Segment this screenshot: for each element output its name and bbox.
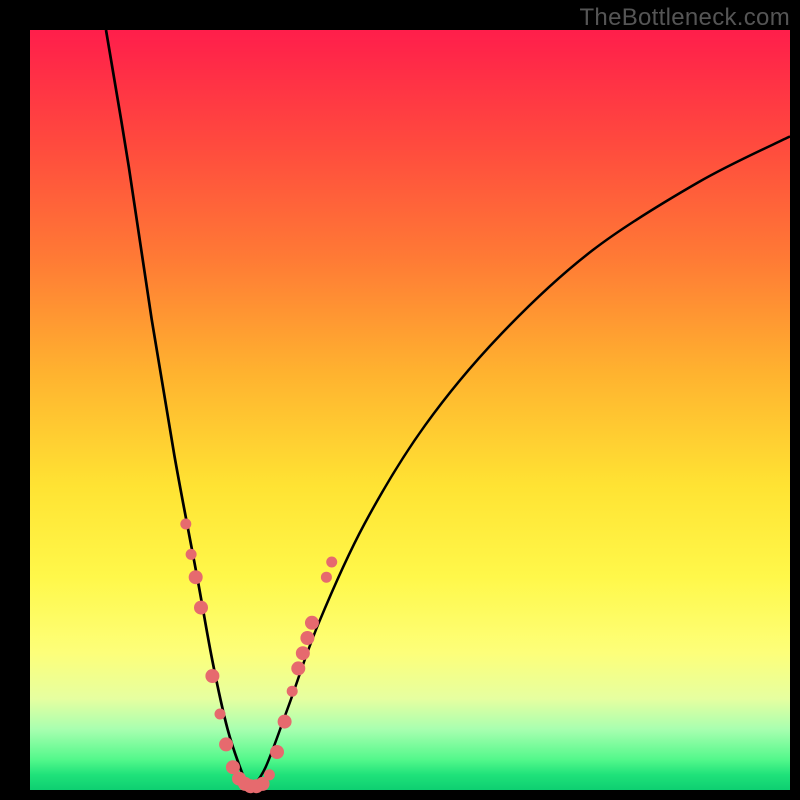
data-dot bbox=[291, 661, 305, 675]
data-dot bbox=[205, 669, 219, 683]
curve-line-right bbox=[250, 136, 790, 790]
data-dot bbox=[215, 709, 226, 720]
data-dot bbox=[270, 745, 284, 759]
data-dot bbox=[278, 715, 292, 729]
data-dot bbox=[287, 686, 298, 697]
data-dot bbox=[296, 646, 310, 660]
curve-line bbox=[106, 30, 250, 790]
bottleneck-curve bbox=[30, 30, 790, 790]
data-dot bbox=[219, 737, 233, 751]
data-dot bbox=[326, 557, 337, 568]
data-dot bbox=[321, 572, 332, 583]
chart-frame: TheBottleneck.com bbox=[0, 0, 800, 800]
data-dot bbox=[264, 769, 275, 780]
data-dot bbox=[189, 570, 203, 584]
data-dot bbox=[300, 631, 314, 645]
data-dot bbox=[180, 519, 191, 530]
plot-area bbox=[30, 30, 790, 790]
data-dot bbox=[305, 616, 319, 630]
data-dot bbox=[186, 549, 197, 560]
data-dots bbox=[180, 519, 337, 794]
watermark-text: TheBottleneck.com bbox=[579, 4, 790, 32]
data-dot bbox=[194, 601, 208, 615]
